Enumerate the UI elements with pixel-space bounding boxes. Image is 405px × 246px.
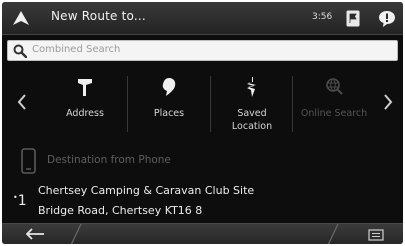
category-label: Places [153, 108, 185, 119]
menu-button[interactable] [338, 224, 403, 244]
category-label: Online Search [300, 108, 368, 119]
chevron-right-icon[interactable] [383, 94, 393, 110]
page-title: New Route to... [51, 9, 146, 23]
back-button[interactable] [2, 224, 72, 244]
divider [70, 224, 82, 244]
combined-search-field[interactable]: Combined Search [7, 40, 398, 61]
navigation-arrow-icon[interactable] [12, 10, 30, 26]
category-online-search-button: Online Search [292, 66, 376, 140]
category-carousel: Address Places Saved Location Online Sea… [2, 66, 403, 140]
saved-location-pin-icon [247, 77, 256, 97]
new-route-screen: New Route to... 3:56 Combined Search Add… [2, 2, 403, 244]
category-saved-location-button[interactable]: Saved Location [210, 66, 294, 140]
header-bar: New Route to... 3:56 [2, 2, 403, 35]
address-pointer-icon [78, 79, 92, 96]
category-label: Saved Location [231, 108, 273, 132]
place-pin-icon [162, 78, 176, 96]
flag-icon[interactable] [346, 10, 360, 27]
chevron-left-icon[interactable] [17, 94, 27, 110]
online-search-icon [326, 78, 343, 95]
recent-destination-item[interactable]: •1 Chertsey Camping & Caravan Club Site … [2, 182, 403, 222]
result-index: •1 [13, 193, 27, 209]
smartphone-icon [21, 148, 36, 174]
destination-from-phone-label: Destination from Phone [47, 154, 171, 166]
chat-bubble-icon[interactable] [378, 10, 396, 27]
bottom-bar [2, 223, 403, 244]
menu-icon [368, 229, 384, 241]
clock-time: 3:56 [312, 12, 333, 22]
result-address: Bridge Road, Chertsey KT16 8 [38, 204, 203, 217]
category-label: Address [66, 108, 104, 119]
result-title: Chertsey Camping & Caravan Club Site [38, 184, 255, 197]
category-places-button[interactable]: Places [127, 66, 211, 140]
search-icon [13, 44, 27, 58]
destination-from-phone-row: Destination from Phone [2, 147, 403, 175]
category-address-button[interactable]: Address [43, 66, 127, 140]
search-placeholder: Combined Search [32, 44, 121, 55]
back-arrow-icon [25, 228, 44, 240]
